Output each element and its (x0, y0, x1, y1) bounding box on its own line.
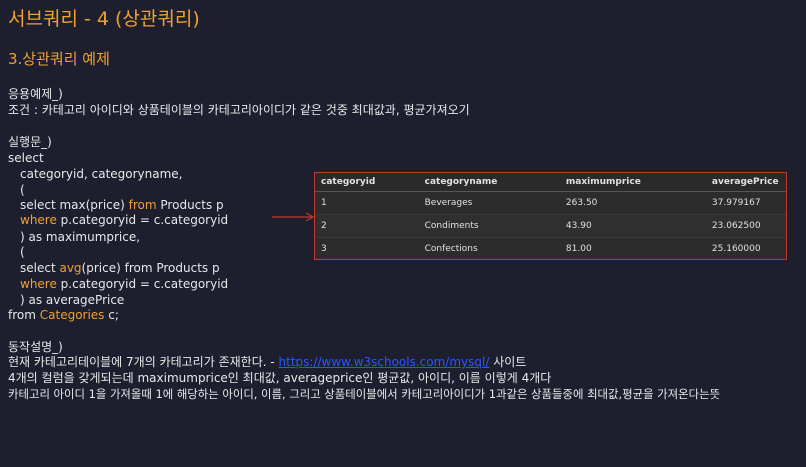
explanation-heading: 동작설명_) (8, 340, 63, 354)
code-line: select (8, 151, 44, 165)
explanation-text: 현재 카테고리테이블에 7개의 카테고리가 존재한다. - (8, 355, 279, 369)
section-heading: 3.상관쿼리 예제 (8, 50, 110, 68)
table-cell: 3 (315, 237, 419, 259)
explanation-line: 4개의 컬럼을 갖게되는데 maximumprice인 최대값, average… (8, 371, 552, 385)
code-line: select max(price) from Products p (20, 197, 224, 213)
column-header: categoryid (315, 173, 419, 192)
explanation-line: 현재 카테고리테이블에 7개의 카테고리가 존재한다. - https://ww… (8, 354, 526, 370)
explanation-line: 카테고리 아이디 1을 가져올때 1에 해당하는 아이디, 이름, 그리고 상품… (8, 387, 721, 401)
table-cell: Confections (418, 237, 560, 259)
example-condition: 조건 : 카테고리 아이디와 상품테이블의 카테고리아이디가 같은 것중 최대값… (8, 103, 470, 117)
example-heading: 응용예제_) (8, 87, 63, 101)
table-row: 3 Confections 81.00 25.160000 (315, 237, 786, 259)
column-header: categoryname (418, 173, 560, 192)
column-header: maximumprice (559, 173, 706, 192)
code-line: ( (20, 245, 25, 259)
w3schools-link[interactable]: https://www.w3schools.com/mysql/ (279, 355, 490, 369)
code-line: categoryid, categoryname, (20, 167, 183, 181)
table-cell: 37.979167 (705, 191, 786, 215)
code-line: ) as averagePrice (20, 293, 125, 307)
code-keyword: from (128, 198, 157, 212)
table-cell: Beverages (418, 191, 560, 215)
code-text: p.categoryid = c.categoryid (56, 213, 229, 227)
code-keyword: where (20, 213, 57, 227)
code-line: where p.categoryid = c.categoryid (20, 212, 228, 228)
arrow-right-icon (272, 212, 315, 222)
code-text: select max(price) (20, 198, 129, 212)
code-line: select avg(price) from Products p (20, 260, 220, 276)
code-text: (price) from Products p (81, 261, 220, 275)
table-row: 1 Beverages 263.50 37.979167 (315, 191, 786, 215)
page-title: 서브쿼리 - 4 (상관쿼리) (8, 8, 200, 30)
code-line: ( (20, 183, 25, 197)
code-text: Products p (156, 198, 224, 212)
table-cell: 25.160000 (705, 237, 786, 259)
table-cell: Condiments (418, 214, 560, 238)
code-keyword: avg (59, 261, 82, 275)
table-cell: 23.062500 (705, 214, 786, 238)
code-heading: 실행문_) (8, 135, 52, 149)
code-text: from (8, 308, 40, 322)
table-cell: 43.90 (559, 214, 706, 238)
table-cell: 2 (315, 214, 419, 238)
table-cell: 1 (315, 191, 419, 215)
code-keyword: Categories (39, 308, 105, 322)
code-line: from Categories c; (8, 307, 119, 323)
table-cell: 263.50 (559, 191, 706, 215)
explanation-text: 사이트 (489, 355, 527, 369)
code-line: ) as maximumprice, (20, 230, 141, 244)
code-text: p.categoryid = c.categoryid (56, 277, 229, 291)
code-line: where p.categoryid = c.categoryid (20, 276, 228, 292)
table-row: 2 Condiments 43.90 23.062500 (315, 214, 786, 238)
column-header: averagePrice (705, 173, 786, 192)
query-result-table: categoryid categoryname maximumprice ave… (314, 172, 787, 260)
code-keyword: where (20, 277, 57, 291)
code-text: select (20, 261, 60, 275)
table-header-row: categoryid categoryname maximumprice ave… (315, 173, 786, 192)
table-cell: 81.00 (559, 237, 706, 259)
code-text: c; (104, 308, 119, 322)
